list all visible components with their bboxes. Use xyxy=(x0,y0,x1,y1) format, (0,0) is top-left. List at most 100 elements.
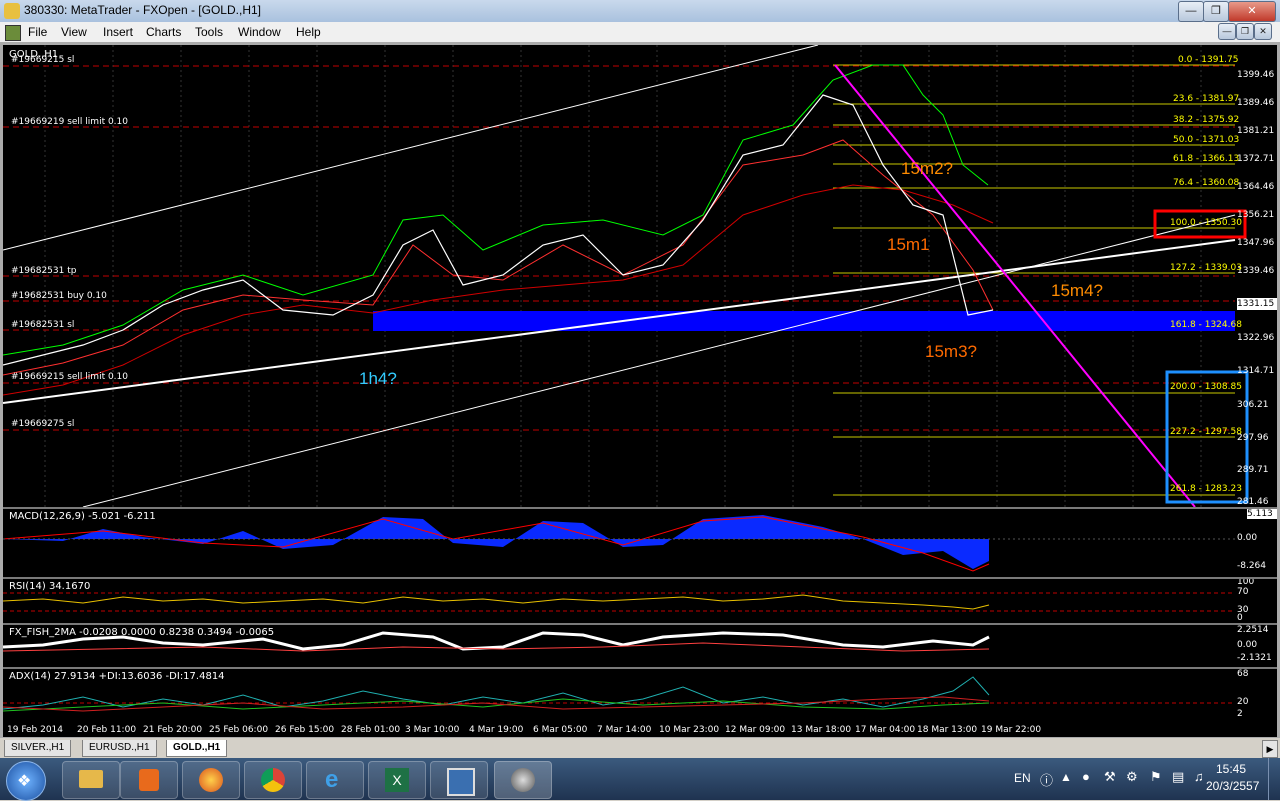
restore-button[interactable]: ❐ xyxy=(1203,1,1229,22)
taskbar-excel-button[interactable]: X xyxy=(368,761,426,799)
start-button[interactable]: ❖ xyxy=(6,761,46,801)
current-price-label: 1331.15 xyxy=(1237,299,1275,309)
menu-bar: File View Insert Charts Tools Window Hel… xyxy=(0,22,1280,43)
fish-label: FX_FISH_2MA -0.0208 0.0000 0.8238 0.3494… xyxy=(9,627,275,638)
macd-pane[interactable]: MACD(12,26,9) -5.021 -6.211 5.113 0.00 -… xyxy=(3,509,1277,577)
date-label: 20 Feb 11:00 xyxy=(77,725,137,735)
annotation-15m2: 15m2? xyxy=(901,159,953,178)
order-label: #19669275 sl xyxy=(11,419,75,429)
date-label: 17 Mar 04:00 xyxy=(855,725,916,735)
date-label: 3 Mar 10:00 xyxy=(405,725,460,735)
macd-svg xyxy=(3,515,1235,572)
taskbar-ie-button[interactable]: e xyxy=(306,761,364,799)
adx-scale: 2 xyxy=(1237,709,1243,719)
macd-histogram xyxy=(3,515,989,569)
tab-gold[interactable]: GOLD.,H1 xyxy=(166,740,228,757)
help-icon[interactable]: ⓘ xyxy=(1040,770,1053,789)
date-label: 13 Mar 18:00 xyxy=(791,725,852,735)
price-label: 1314.71 xyxy=(1237,366,1275,376)
menu-window[interactable]: Window xyxy=(238,25,281,39)
windows-logo-icon: ❖ xyxy=(17,773,32,790)
action-center-icon[interactable]: ⚑ xyxy=(1150,769,1162,785)
price-label: 306.21 xyxy=(1237,400,1269,410)
date-label: 12 Mar 09:00 xyxy=(725,725,786,735)
child-minimize-button[interactable]: — xyxy=(1218,23,1236,40)
order-label: #19682531 tp xyxy=(11,266,77,276)
fish-pane[interactable]: FX_FISH_2MA -0.0208 0.0000 0.8238 0.3494… xyxy=(3,625,1277,667)
menu-insert[interactable]: Insert xyxy=(103,25,133,39)
annotation-1h4: 1h4? xyxy=(359,369,397,388)
adx-pane[interactable]: ADX(14) 27.9134 +DI:13.6036 -DI:17.4814 … xyxy=(3,669,1277,719)
order-label: #19682531 buy 0.10 xyxy=(11,291,107,301)
price-label: 1322.96 xyxy=(1237,333,1275,343)
tray-tool-icon[interactable]: ⚒ xyxy=(1104,769,1116,785)
rsi-scale: 70 xyxy=(1237,587,1249,597)
order-label: #19669215 sell limit 0.10 xyxy=(11,372,128,382)
date-label: 18 Mar 13:00 xyxy=(917,725,978,735)
menu-tools[interactable]: Tools xyxy=(195,25,223,39)
fish-scale: 2.2514 xyxy=(1237,625,1269,635)
fib-label: 161.8 - 1324.68 xyxy=(1170,320,1242,330)
folder-icon xyxy=(79,770,103,788)
date-label: 7 Mar 14:00 xyxy=(597,725,652,735)
rsi-svg xyxy=(3,592,1235,612)
menu-file[interactable]: File xyxy=(28,25,47,39)
internet-explorer-icon: e xyxy=(325,766,339,793)
show-desktop-button[interactable] xyxy=(1268,758,1280,800)
tray-settings-icon[interactable]: ⚙ xyxy=(1126,769,1138,785)
tab-eurusd[interactable]: EURUSD.,H1 xyxy=(82,740,157,757)
price-label: 281.46 xyxy=(1237,497,1269,507)
date-label: 10 Mar 23:00 xyxy=(659,725,720,735)
adx-label: ADX(14) 27.9134 +DI:13.6036 -DI:17.4814 xyxy=(9,671,225,682)
media-player-icon xyxy=(139,769,159,791)
fast-ma-line xyxy=(3,139,994,376)
tray-app-icon[interactable]: ● xyxy=(1082,769,1090,784)
menu-help[interactable]: Help xyxy=(296,25,321,39)
fib-label: 23.6 - 1381.97 xyxy=(1173,94,1240,104)
price-label: 1356.21 xyxy=(1237,210,1275,220)
price-pane[interactable]: GOLD.,H1 1399.46 1389.46 1381.21 1372.71… xyxy=(3,45,1277,507)
annotation-15m1: 15m1 xyxy=(887,235,930,254)
chrome-icon xyxy=(261,768,285,792)
order-lines xyxy=(3,65,1235,431)
fib-label: 50.0 - 1371.03 xyxy=(1173,135,1240,145)
price-label: 1399.46 xyxy=(1237,70,1275,80)
order-label: #19669215 sl xyxy=(11,55,75,65)
channel-lower-line xyxy=(82,214,1236,507)
rsi-pane[interactable]: RSI(14) 34.1670 100 70 30 0 xyxy=(3,579,1277,623)
clock-date[interactable]: 20/3/2557 xyxy=(1206,779,1259,793)
price-label: 1364.46 xyxy=(1237,182,1275,192)
language-indicator[interactable]: EN xyxy=(1014,771,1031,785)
tab-silver[interactable]: SILVER.,H1 xyxy=(4,740,72,757)
chart-window[interactable]: GOLD.,H1 1399.46 1389.46 1381.21 1372.71… xyxy=(3,45,1277,737)
tray-arrow-icon[interactable]: ▲ xyxy=(1060,770,1072,784)
menu-charts[interactable]: Charts xyxy=(146,25,181,39)
taskbar-media-button[interactable] xyxy=(120,761,178,799)
taskbar-chrome-button[interactable] xyxy=(244,761,302,799)
price-label: 1339.46 xyxy=(1237,266,1275,276)
child-close-button[interactable]: ✕ xyxy=(1254,23,1272,40)
order-label: #19669219 sell limit 0.10 xyxy=(11,117,128,127)
clock-time[interactable]: 15:45 xyxy=(1216,762,1246,776)
price-label: 297.96 xyxy=(1237,433,1269,443)
menu-view[interactable]: View xyxy=(61,25,87,39)
taskbar-firefox-button[interactable] xyxy=(182,761,240,799)
date-label: 19 Feb 2014 xyxy=(7,725,64,735)
taskbar-metatrader-button[interactable] xyxy=(430,761,488,799)
rsi-label: RSI(14) 34.1670 xyxy=(9,581,91,592)
volume-icon[interactable]: ♫ xyxy=(1194,769,1204,784)
network-icon[interactable]: ▤ xyxy=(1172,769,1184,785)
chart-document-icon xyxy=(5,25,21,41)
app-globe-icon xyxy=(511,768,535,792)
child-restore-button[interactable]: ❐ xyxy=(1236,23,1254,40)
date-label: 26 Feb 15:00 xyxy=(275,725,335,735)
minimize-button[interactable]: — xyxy=(1178,1,1204,22)
adx-scale: 68 xyxy=(1237,669,1249,679)
date-label: 25 Feb 06:00 xyxy=(209,725,269,735)
taskbar-app-button[interactable] xyxy=(494,761,552,799)
close-button[interactable]: ✕ xyxy=(1228,1,1276,22)
taskbar-explorer-button[interactable] xyxy=(62,761,120,799)
date-label: 21 Feb 20:00 xyxy=(143,725,203,735)
taskbar: ❖ e X EN ⓘ ▲ ● ⚒ ⚙ ⚑ ▤ ♫ 15:45 20/3/2557 xyxy=(0,758,1280,801)
tabs-scroll-right-button[interactable]: ▶ xyxy=(1262,740,1278,758)
